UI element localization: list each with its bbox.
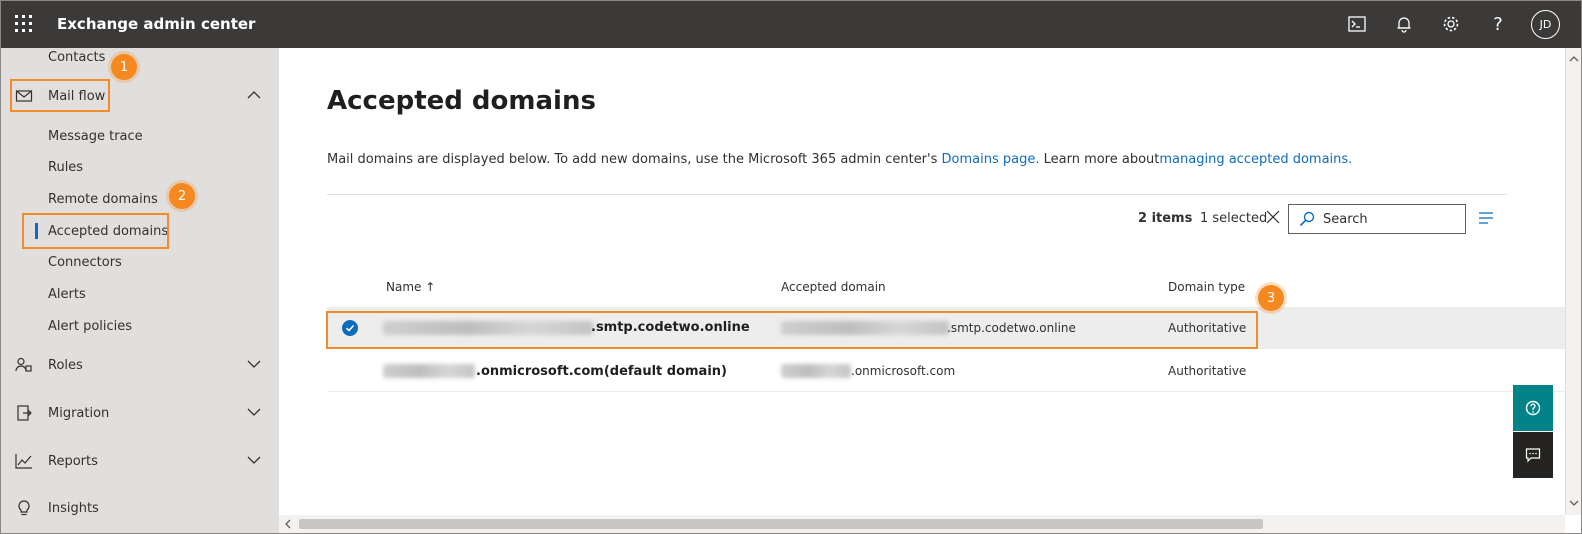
chevron-up-icon[interactable]	[247, 90, 261, 100]
clear-selection-icon[interactable]	[1266, 210, 1280, 224]
sidebar-item-migration[interactable]: Migration	[1, 397, 279, 429]
app-launcher-icon[interactable]	[15, 15, 33, 33]
sidebar-item-label: Roles	[48, 357, 83, 373]
sidebar-item-label: Insights	[48, 500, 99, 516]
sidebar: Contacts Mail flow Message trace Rules R…	[1, 48, 279, 533]
app-title[interactable]: Exchange admin center	[57, 15, 255, 33]
selected-count: 1 selected	[1200, 211, 1268, 226]
sidebar-item-remote-domains[interactable]: Remote domains	[1, 183, 279, 215]
column-header-domain-type[interactable]: Domain type	[1168, 280, 1245, 294]
help-icon[interactable]: ?	[1487, 13, 1509, 35]
domain-name-cell: .onmicrosoft.com(default domain)	[476, 364, 727, 379]
feedback-icon	[1525, 448, 1541, 463]
migration-icon	[17, 405, 32, 421]
annotation-box-selected-row	[326, 311, 1258, 349]
divider	[327, 194, 1507, 195]
chevron-down-icon[interactable]	[247, 359, 261, 369]
main-content: Accepted domains Mail domains are displa…	[279, 48, 1565, 515]
search-input[interactable]: Search	[1323, 212, 1368, 227]
sidebar-item-message-trace[interactable]: Message trace	[1, 120, 279, 152]
avatar[interactable]: JD	[1531, 10, 1560, 39]
search-icon	[1299, 211, 1315, 227]
help-circle-icon	[1525, 400, 1541, 416]
annotation-marker-1: 1	[111, 54, 137, 80]
chevron-down-icon[interactable]	[247, 407, 261, 417]
filter-icon[interactable]	[1478, 211, 1494, 225]
sidebar-item-label: Connectors	[48, 254, 122, 270]
scroll-down-icon[interactable]	[1569, 498, 1579, 508]
column-header-accepted-domain[interactable]: Accepted domain	[781, 280, 886, 294]
accepted-domain-cell: .onmicrosoft.com	[851, 364, 956, 378]
cloud-shell-icon[interactable]	[1346, 13, 1368, 35]
sidebar-item-label: Migration	[48, 405, 110, 421]
annotation-marker-2: 2	[169, 183, 195, 209]
page-description: Mail domains are displayed below. To add…	[327, 152, 1353, 167]
sidebar-item-label: Reports	[48, 453, 98, 469]
sidebar-item-connectors[interactable]: Connectors	[1, 246, 279, 278]
managing-accepted-domains-link[interactable]: managing accepted domains.	[1159, 152, 1352, 167]
domain-type-cell: Authoritative	[1168, 364, 1247, 378]
table-row[interactable]: .onmicrosoft.com(default domain) .onmicr…	[327, 350, 1565, 392]
scroll-up-icon[interactable]	[1569, 54, 1579, 64]
scroll-left-icon[interactable]	[283, 519, 293, 529]
sidebar-item-alerts[interactable]: Alerts	[1, 278, 279, 310]
feedback-float-button[interactable]	[1513, 432, 1553, 478]
scroll-thumb[interactable]	[299, 519, 1263, 529]
sidebar-item-insights[interactable]: Insights	[1, 492, 279, 524]
domains-page-link[interactable]: Domains page.	[942, 152, 1040, 167]
sidebar-item-label: Alert policies	[48, 318, 133, 334]
sidebar-item-label: Remote domains	[48, 191, 158, 207]
page-title: Accepted domains	[327, 86, 596, 116]
sidebar-item-alert-policies[interactable]: Alert policies	[1, 310, 279, 342]
gear-icon[interactable]	[1440, 13, 1462, 35]
sidebar-item-label: Rules	[48, 159, 84, 175]
reports-icon	[15, 454, 32, 469]
app-window: Exchange admin center ? JD Contacts Mail…	[0, 0, 1582, 534]
annotation-marker-3: 3	[1258, 285, 1284, 311]
sidebar-item-label: Contacts	[48, 49, 106, 65]
vertical-scrollbar[interactable]	[1565, 48, 1581, 515]
annotation-box-accepted-domains	[22, 213, 169, 249]
sidebar-item-reports[interactable]: Reports	[1, 445, 279, 477]
chevron-down-icon[interactable]	[247, 455, 261, 465]
sidebar-item-rules[interactable]: Rules	[1, 151, 279, 183]
column-header-name[interactable]: Name ↑	[386, 280, 435, 294]
search-box[interactable]: Search	[1288, 204, 1466, 234]
redacted-text	[781, 364, 851, 378]
insights-icon	[18, 500, 30, 516]
bell-icon[interactable]	[1393, 13, 1415, 35]
sidebar-item-contacts[interactable]: Contacts	[1, 41, 279, 73]
sidebar-item-label: Message trace	[48, 128, 143, 144]
horizontal-scrollbar[interactable]	[279, 515, 1565, 533]
sidebar-item-roles[interactable]: Roles	[1, 349, 279, 381]
annotation-box-mail-flow	[10, 79, 110, 112]
redacted-text	[383, 364, 475, 378]
roles-icon	[15, 357, 32, 372]
item-count: 2 items	[1138, 211, 1193, 226]
help-float-button[interactable]	[1513, 385, 1553, 431]
sidebar-item-label: Alerts	[48, 286, 86, 302]
